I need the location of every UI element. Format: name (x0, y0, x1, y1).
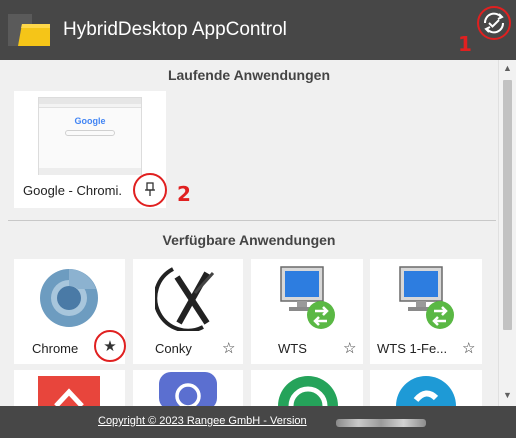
star-outline-icon[interactable]: ☆ (462, 341, 475, 356)
annotation-1: 1 (458, 32, 472, 56)
red-app-icon (38, 376, 100, 406)
pin-button[interactable] (133, 173, 167, 207)
conky-icon (155, 267, 215, 331)
app-tile-row2-4[interactable] (370, 370, 482, 406)
scroll-thumb[interactable] (503, 80, 512, 330)
skype-icon (396, 376, 456, 406)
star-outline-icon[interactable]: ☆ (343, 341, 356, 356)
app-tile-wts[interactable]: WTS ☆ (251, 259, 363, 364)
remote-desktop-icon (280, 266, 335, 329)
app-tile-row2-2[interactable] (133, 370, 243, 406)
app-tile-row2-3[interactable] (251, 370, 363, 406)
folder-logo-icon (8, 12, 52, 48)
app-tile-chrome[interactable]: Chrome ★ (14, 259, 126, 364)
running-app-label: Google - Chromi... (23, 183, 123, 198)
content-area: Laufende Anwendungen Google Google - Chr… (0, 60, 498, 406)
star-filled-icon: ★ (103, 338, 117, 355)
app-tile-wts-1[interactable]: WTS 1-Fe... ☆ (370, 259, 482, 364)
sync-check-icon (483, 12, 505, 34)
section-divider (8, 220, 496, 221)
green-app-icon (278, 376, 338, 406)
app-title: HybridDesktop AppControl (63, 19, 287, 40)
app-tile-conky[interactable]: Conky ☆ (133, 259, 243, 364)
remote-desktop-icon (399, 266, 454, 329)
scroll-up-arrow-icon[interactable]: ▲ (503, 63, 512, 73)
vertical-scrollbar[interactable]: ▲ ▼ (498, 60, 516, 406)
copyright-link[interactable]: Copyright © 2023 Rangee GmbH - Version (98, 415, 307, 427)
footer-bar: Copyright © 2023 Rangee GmbH - Version (0, 406, 516, 438)
app-label-conky: Conky (155, 341, 192, 356)
window-thumbnail: Google (38, 97, 142, 175)
title-bar: HybridDesktop AppControl 1 (0, 0, 516, 60)
annotation-2: 2 (177, 182, 191, 206)
scroll-down-arrow-icon[interactable]: ▼ (503, 390, 512, 400)
version-redacted (336, 419, 426, 427)
running-apps-heading: Laufende Anwendungen (167, 67, 331, 83)
favorite-button-chrome[interactable]: ★ (94, 330, 126, 362)
chrome-icon (40, 269, 98, 327)
star-outline-icon[interactable]: ☆ (222, 341, 235, 356)
app-label-chrome: Chrome (32, 341, 79, 356)
app-tile-row2-1[interactable] (14, 370, 125, 406)
sync-status-button[interactable] (477, 6, 511, 40)
running-app-card[interactable]: Google Google - Chromi... (14, 91, 167, 208)
pin-icon (145, 182, 155, 196)
app-label-wts-1: WTS 1-Fe... (377, 341, 448, 356)
thumbnail-google-text: Google (74, 116, 106, 126)
available-apps-heading: Verfügbare Anwendungen (162, 232, 336, 248)
app-label-wts: WTS (278, 341, 307, 356)
sync-app-icon (159, 372, 217, 406)
